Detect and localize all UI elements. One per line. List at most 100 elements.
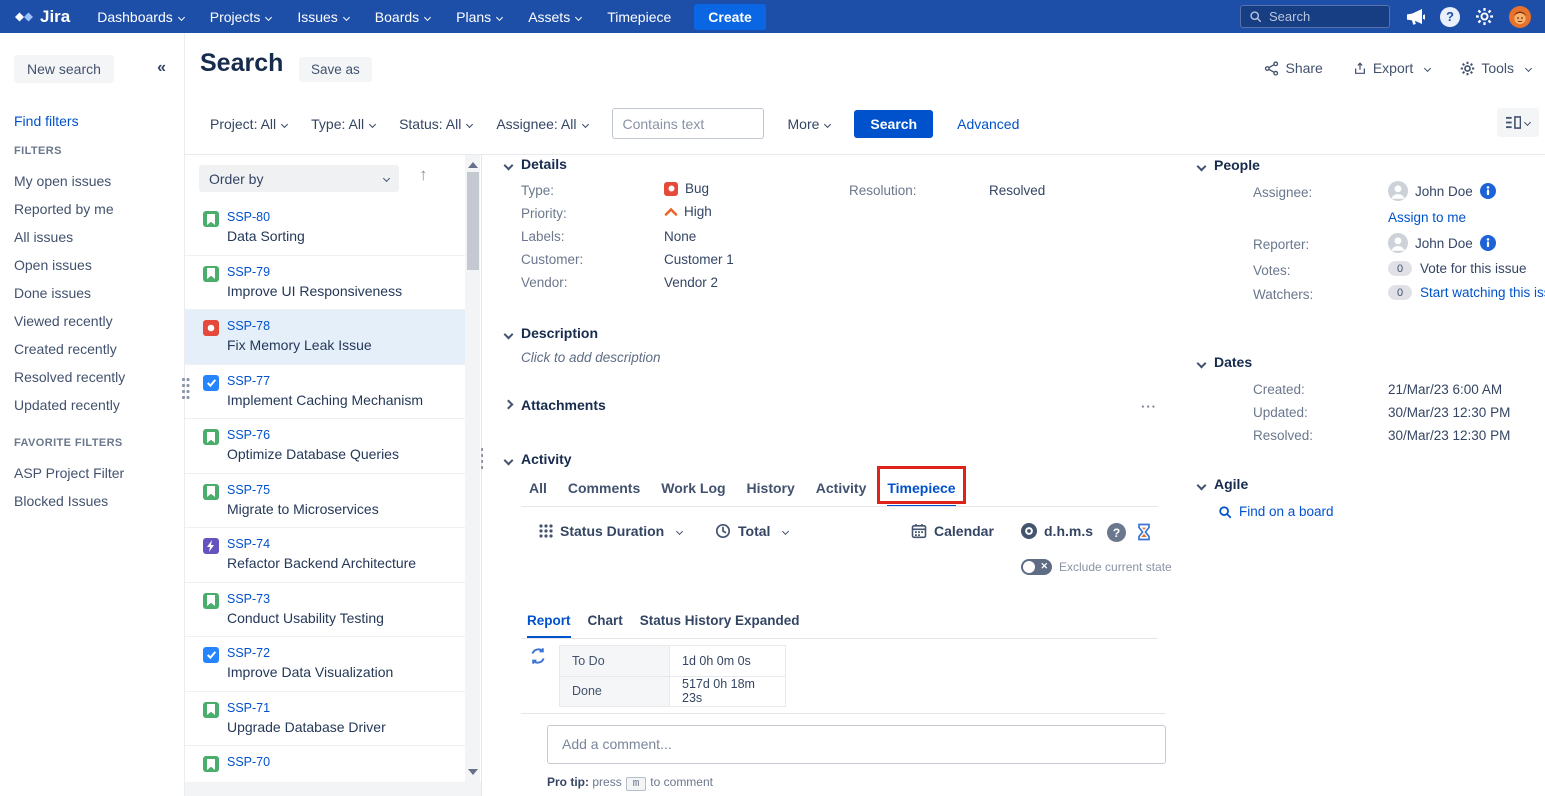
collapse-agile-icon[interactable] [1197, 481, 1207, 491]
new-search-button[interactable]: New search [14, 55, 114, 83]
tab-status-history-expanded[interactable]: Status History Expanded [640, 613, 800, 638]
total-dropdown[interactable]: Total [715, 523, 788, 539]
sidebar-item-done-issues[interactable]: Done issues [0, 279, 184, 307]
save-as-button[interactable]: Save as [299, 57, 372, 82]
sidebar-item-created-recently[interactable]: Created recently [0, 335, 184, 363]
nav-plans[interactable]: Plans [443, 9, 515, 25]
help-icon[interactable]: ? [1440, 7, 1460, 27]
assign-to-me-link[interactable]: Assign to me [1388, 210, 1466, 225]
timepiece-help-button[interactable]: ? [1107, 523, 1126, 542]
tab-work-log[interactable]: Work Log [661, 480, 725, 505]
sidebar-item-all-issues[interactable]: All issues [0, 223, 184, 251]
search-submit-button[interactable]: Search [854, 110, 933, 138]
issue-row-ssp-77[interactable]: SSP-77 Implement Caching Mechanism [185, 365, 465, 420]
issue-row-ssp-79[interactable]: SSP-79 Improve UI Responsiveness [185, 256, 465, 311]
add-comment-input[interactable] [547, 725, 1166, 764]
tab-history[interactable]: History [747, 480, 795, 505]
issue-row-ssp-78-selected[interactable]: SSP-78 Fix Memory Leak Issue [185, 310, 465, 365]
calendar-button[interactable]: Calendar [911, 523, 994, 539]
assignee-value[interactable]: John Doe [1388, 181, 1496, 201]
scroll-down-icon[interactable] [468, 769, 478, 775]
global-search[interactable] [1240, 5, 1390, 28]
settings-gear-icon[interactable] [1475, 7, 1494, 26]
jira-logo[interactable]: Jira [0, 7, 84, 27]
tab-activity[interactable]: Activity [816, 480, 867, 505]
find-on-board[interactable]: Find on a board [1218, 504, 1334, 519]
tab-timepiece-active[interactable]: Timepiece [887, 480, 955, 507]
agile-heading[interactable]: Agile [1214, 476, 1248, 492]
assignee-filter-dropdown[interactable]: Assignee: All [496, 116, 587, 132]
issue-row-ssp-74[interactable]: SSP-74 Refactor Backend Architecture [185, 528, 465, 583]
sidebar-item-open-issues[interactable]: Open issues [0, 251, 184, 279]
people-heading[interactable]: People [1214, 157, 1260, 173]
more-filters-dropdown[interactable]: More [788, 116, 831, 132]
issue-row-ssp-73[interactable]: SSP-73 Conduct Usability Testing [185, 583, 465, 638]
collapse-details-icon[interactable] [504, 161, 514, 171]
tab-comments[interactable]: Comments [568, 480, 640, 505]
sidebar-item-reported-by-me[interactable]: Reported by me [0, 195, 184, 223]
create-button[interactable]: Create [694, 4, 766, 30]
activity-heading[interactable]: Activity [521, 451, 572, 467]
sidebar-item-updated-recently[interactable]: Updated recently [0, 391, 184, 419]
start-watching-link[interactable]: Start watching this issue [1420, 285, 1545, 300]
collapse-dates-icon[interactable] [1197, 359, 1207, 369]
order-by-dropdown[interactable]: Order by [199, 165, 399, 192]
details-heading[interactable]: Details [521, 156, 567, 172]
advanced-search-link[interactable]: Advanced [957, 116, 1019, 132]
collapse-sidebar-icon[interactable]: « [157, 59, 166, 77]
nav-assets[interactable]: Assets [515, 9, 594, 25]
tools-button[interactable]: Tools [1460, 60, 1531, 76]
collapse-people-icon[interactable] [1197, 162, 1207, 172]
attachments-heading[interactable]: Attachments [521, 397, 606, 413]
project-filter-dropdown[interactable]: Project: All [210, 116, 287, 132]
description-placeholder[interactable]: Click to add description [521, 350, 661, 365]
export-button[interactable]: Export [1353, 60, 1430, 76]
expand-attachments-icon[interactable] [504, 400, 514, 410]
sidebar-item-my-open-issues[interactable]: My open issues [0, 167, 184, 195]
nav-issues[interactable]: Issues [284, 9, 361, 25]
collapse-description-icon[interactable] [504, 330, 514, 340]
layout-switcher-button[interactable] [1497, 108, 1539, 137]
sidebar-item-asp-project-filter[interactable]: ASP Project Filter [0, 459, 184, 487]
contains-text-input[interactable] [612, 108, 764, 139]
issue-list-scrollbar[interactable] [465, 155, 480, 782]
issue-row-ssp-75[interactable]: SSP-75 Migrate to Microservices [185, 474, 465, 529]
issue-row-ssp-72[interactable]: SSP-72 Improve Data Visualization [185, 637, 465, 692]
status-filter-dropdown[interactable]: Status: All [399, 116, 472, 132]
exclude-current-state-toggle[interactable]: ✕ [1021, 559, 1052, 575]
reporter-value[interactable]: John Doe [1388, 233, 1496, 253]
sidebar-item-blocked-issues[interactable]: Blocked Issues [0, 487, 184, 515]
sidebar-item-resolved-recently[interactable]: Resolved recently [0, 363, 184, 391]
info-icon[interactable] [1480, 235, 1496, 251]
info-icon[interactable] [1480, 183, 1496, 199]
refresh-icon[interactable] [529, 647, 547, 665]
sort-direction-icon[interactable]: ↑ [419, 165, 428, 185]
user-avatar[interactable] [1509, 6, 1531, 28]
issue-row-ssp-71[interactable]: SSP-71 Upgrade Database Driver [185, 692, 465, 747]
announcements-icon[interactable] [1405, 8, 1425, 26]
dates-heading[interactable]: Dates [1214, 354, 1252, 370]
vote-action[interactable]: Vote for this issue [1420, 261, 1527, 276]
scrollbar-thumb[interactable] [467, 172, 479, 270]
sidebar-resize-handle[interactable] [182, 378, 190, 402]
tab-report-active[interactable]: Report [527, 613, 571, 638]
collapse-activity-icon[interactable] [504, 456, 514, 466]
duration-format-button[interactable]: d.h.m.s [1021, 523, 1093, 539]
nav-timepiece[interactable]: Timepiece [594, 9, 684, 25]
tab-chart[interactable]: Chart [588, 613, 623, 638]
description-heading[interactable]: Description [521, 325, 598, 341]
issue-row-ssp-76[interactable]: SSP-76 Optimize Database Queries [185, 419, 465, 474]
share-button[interactable]: Share [1264, 60, 1322, 76]
status-duration-dropdown[interactable]: Status Duration [539, 523, 682, 539]
scroll-up-icon[interactable] [468, 162, 478, 168]
hourglass-button[interactable] [1137, 523, 1151, 541]
issue-row-ssp-80[interactable]: SSP-80 Data Sorting [185, 201, 465, 256]
nav-dashboards[interactable]: Dashboards [84, 9, 197, 25]
sidebar-item-viewed-recently[interactable]: Viewed recently [0, 307, 184, 335]
horizontal-scrollbar-track[interactable] [185, 782, 481, 796]
type-filter-dropdown[interactable]: Type: All [311, 116, 375, 132]
global-search-input[interactable] [1269, 9, 1379, 24]
find-filters-link[interactable]: Find filters [14, 113, 79, 129]
nav-projects[interactable]: Projects [197, 9, 285, 25]
tab-all[interactable]: All [529, 480, 547, 505]
